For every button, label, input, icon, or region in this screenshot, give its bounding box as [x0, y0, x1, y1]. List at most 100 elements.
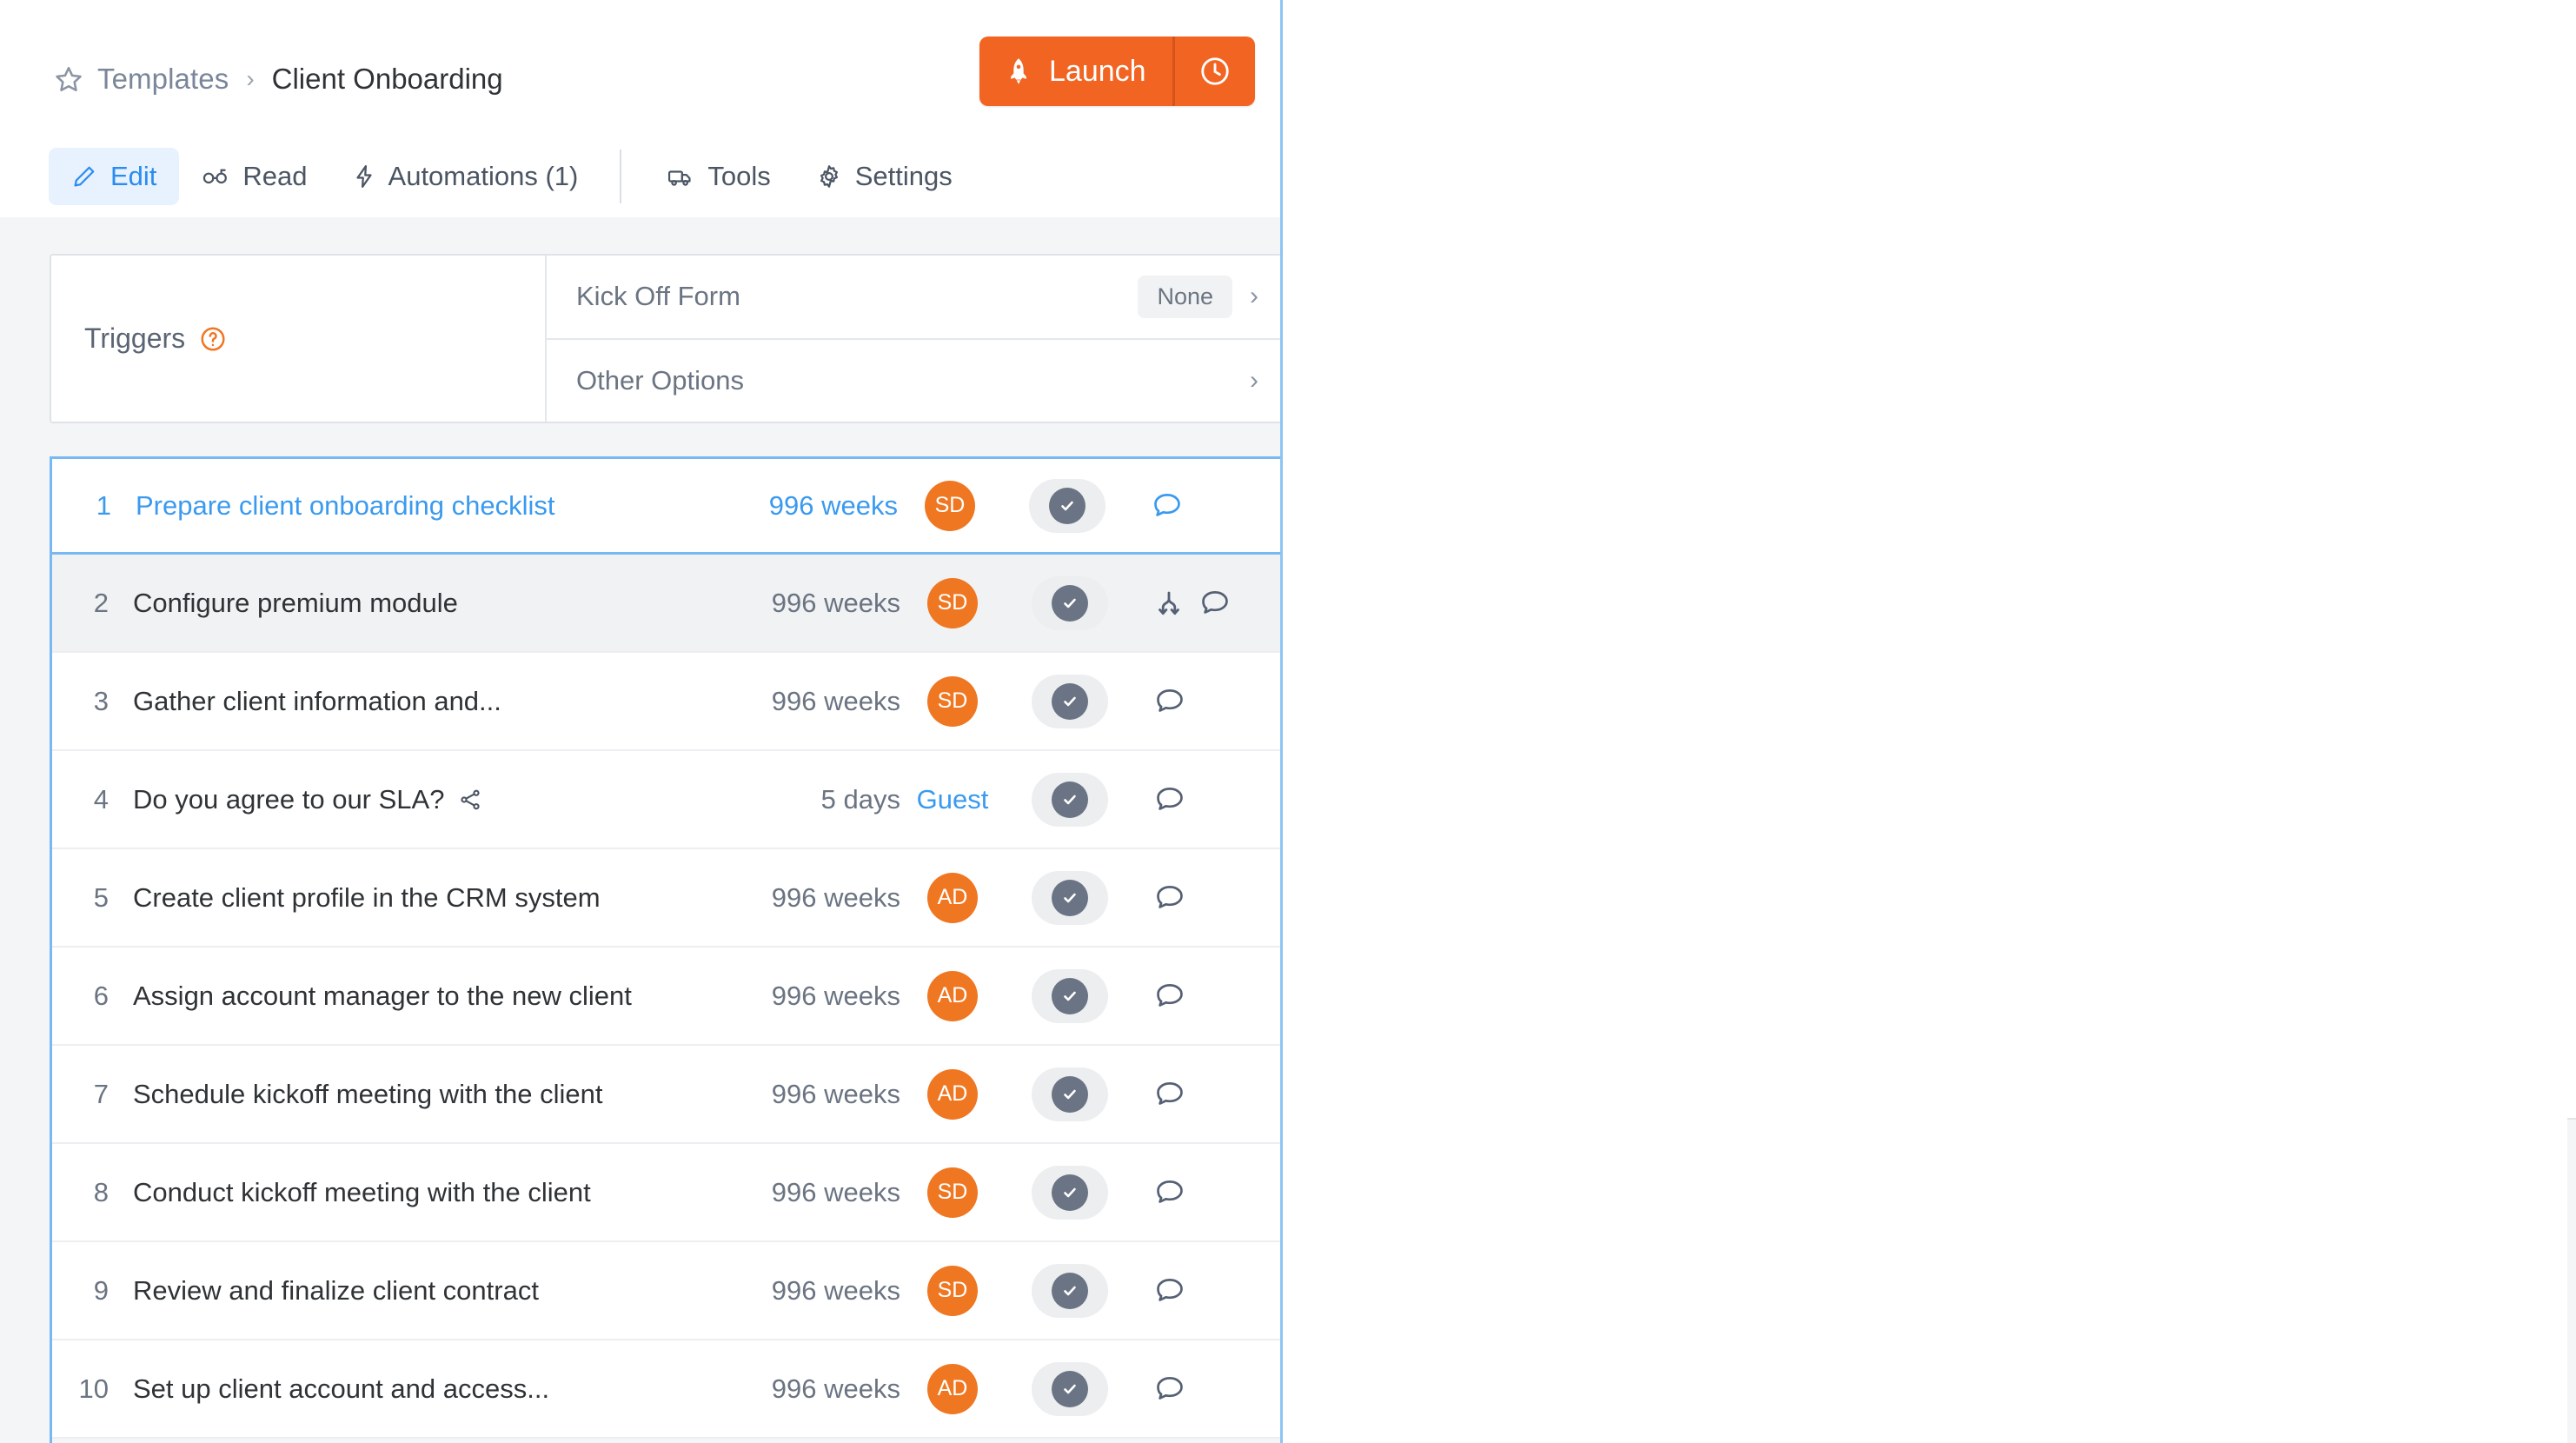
comment-bubble-icon[interactable] [1154, 882, 1185, 914]
task-row[interactable]: 4 Do you agree to our SLA? 5 days Guest [50, 751, 1283, 849]
avatar[interactable]: SD [927, 1167, 978, 1218]
task-duration[interactable]: 996 weeks [709, 686, 900, 717]
task-type-toggle[interactable] [1032, 870, 1108, 925]
task-assignee: AD [900, 872, 1005, 923]
task-type-cell [1005, 1361, 1135, 1416]
task-title[interactable]: Conduct kickoff meeting with the client [133, 1177, 709, 1208]
launch-button-group[interactable]: Launch [979, 37, 1255, 106]
task-assignee-guest[interactable]: Guest [917, 784, 989, 815]
question-mark-icon[interactable] [199, 325, 227, 353]
comment-bubble-icon[interactable] [1154, 1275, 1185, 1307]
tab-automations[interactable]: Automations (1) [330, 148, 601, 205]
task-duration[interactable]: 996 weeks [709, 588, 900, 619]
task-row[interactable]: 9 Review and finalize client contract 996 … [50, 1242, 1283, 1340]
launch-schedule-button[interactable] [1175, 37, 1255, 106]
comment-bubble-icon[interactable] [1154, 981, 1185, 1012]
task-title[interactable]: Assign account manager to the new client [133, 981, 709, 1012]
avatar[interactable]: AD [927, 970, 978, 1021]
task-title-text: Review and finalize client contract [133, 1274, 539, 1306]
task-duration[interactable]: 996 weeks [709, 1079, 900, 1110]
comment-bubble-icon[interactable] [1154, 784, 1185, 815]
task-duration[interactable]: 996 weeks [707, 490, 898, 522]
avatar[interactable]: AD [927, 1363, 978, 1414]
task-title[interactable]: Configure premium module [133, 588, 709, 619]
task-duration[interactable]: 996 weeks [709, 882, 900, 914]
task-type-toggle[interactable] [1032, 772, 1108, 827]
task-title[interactable]: Do you agree to our SLA? [133, 784, 709, 815]
task-row[interactable]: 6 Assign account manager to the new clien… [50, 948, 1283, 1046]
avatar[interactable]: SD [925, 480, 975, 531]
task-title[interactable]: Set up client account and access... [133, 1373, 709, 1405]
tab-tools[interactable]: Tools [644, 148, 793, 205]
check-circle-icon [1052, 1174, 1088, 1211]
task-row-icons [1135, 981, 1283, 1012]
tab-edit[interactable]: Edit [49, 147, 180, 205]
task-row-icons [1135, 588, 1283, 619]
chevron-right-icon: › [1250, 282, 1258, 311]
check-circle-icon [1052, 1272, 1088, 1309]
avatar[interactable]: AD [927, 872, 978, 923]
check-circle-icon [1052, 781, 1088, 818]
trigger-row-other-options[interactable]: Other Options › [547, 340, 1281, 422]
trigger-row-kick-off-form[interactable]: Kick Off Form None › [547, 256, 1281, 340]
comment-bubble-icon[interactable] [1154, 686, 1185, 717]
comment-bubble-icon[interactable] [1154, 1177, 1185, 1208]
avatar[interactable]: SD [927, 577, 978, 628]
check-circle-icon [1052, 682, 1088, 720]
task-row[interactable]: 3 Gather client information and... 996 wee… [50, 653, 1283, 751]
kick-off-form-value: None [1138, 275, 1232, 318]
task-type-cell [1005, 772, 1135, 827]
task-type-cell [1005, 575, 1135, 630]
task-row[interactable]: 7 Schedule kickoff meeting with the clien… [50, 1046, 1283, 1144]
comment-bubble-icon[interactable] [1154, 1373, 1185, 1405]
task-type-toggle[interactable] [1032, 968, 1108, 1023]
task-duration[interactable]: 996 weeks [709, 1275, 900, 1307]
check-circle-icon [1052, 977, 1088, 1014]
task-title-text: Set up client account and access... [133, 1373, 550, 1404]
task-row[interactable]: 1 Prepare client onboarding checklist 996 … [50, 456, 1283, 555]
comment-bubble-icon[interactable] [1199, 588, 1231, 619]
task-number: 6 [93, 980, 109, 1011]
task-title[interactable]: Schedule kickoff meeting with the client [133, 1079, 709, 1110]
tab-settings[interactable]: Settings [793, 148, 975, 205]
glasses-icon [203, 169, 228, 183]
task-title-text: Gather client information and... [133, 685, 501, 716]
task-type-toggle[interactable] [1032, 1361, 1108, 1416]
task-duration[interactable]: 996 weeks [709, 1373, 900, 1405]
task-row-icons [1135, 686, 1283, 717]
task-title[interactable]: Create client profile in the CRM system [133, 882, 709, 914]
tab-read[interactable]: Read [179, 148, 329, 205]
check-circle-icon [1052, 1370, 1088, 1407]
share-icon[interactable] [458, 788, 482, 812]
launch-button[interactable]: Launch [979, 37, 1175, 106]
task-title[interactable]: Prepare client onboarding checklist [136, 490, 707, 522]
task-type-toggle[interactable] [1029, 478, 1105, 533]
task-type-toggle[interactable] [1032, 1165, 1108, 1220]
tab-divider [620, 149, 622, 203]
task-row[interactable]: 2 Configure premium module 996 weeks SD [50, 555, 1283, 653]
breadcrumb-templates-link[interactable]: Templates [97, 63, 229, 96]
task-number: 8 [93, 1176, 109, 1207]
task-type-toggle[interactable] [1032, 1263, 1108, 1318]
comment-bubble-icon[interactable] [1152, 490, 1183, 522]
task-type-toggle[interactable] [1032, 674, 1108, 728]
task-type-toggle[interactable] [1032, 1067, 1108, 1121]
avatar[interactable]: SD [927, 675, 978, 727]
task-row[interactable]: 5 Create client profile in the CRM system… [50, 849, 1283, 948]
task-duration[interactable]: 996 weeks [709, 1177, 900, 1208]
star-icon[interactable] [54, 64, 83, 94]
task-row[interactable]: 8 Conduct kickoff meeting with the client… [50, 1144, 1283, 1242]
avatar[interactable]: AD [927, 1068, 978, 1120]
task-title[interactable]: Gather client information and... [133, 686, 709, 717]
task-type-cell [1002, 478, 1132, 533]
avatar[interactable]: SD [927, 1265, 978, 1316]
comment-bubble-icon[interactable] [1154, 1079, 1185, 1110]
task-title[interactable]: Review and finalize client contract [133, 1275, 709, 1307]
triggers-label: Triggers [84, 323, 186, 354]
task-duration[interactable]: 996 weeks [709, 981, 900, 1012]
branch-icon[interactable] [1154, 589, 1184, 618]
task-type-toggle[interactable] [1032, 575, 1108, 630]
task-row[interactable]: 10 Set up client account and access... 996… [50, 1340, 1283, 1439]
task-duration[interactable]: 5 days [709, 784, 900, 815]
tab-tools-label: Tools [707, 160, 771, 191]
